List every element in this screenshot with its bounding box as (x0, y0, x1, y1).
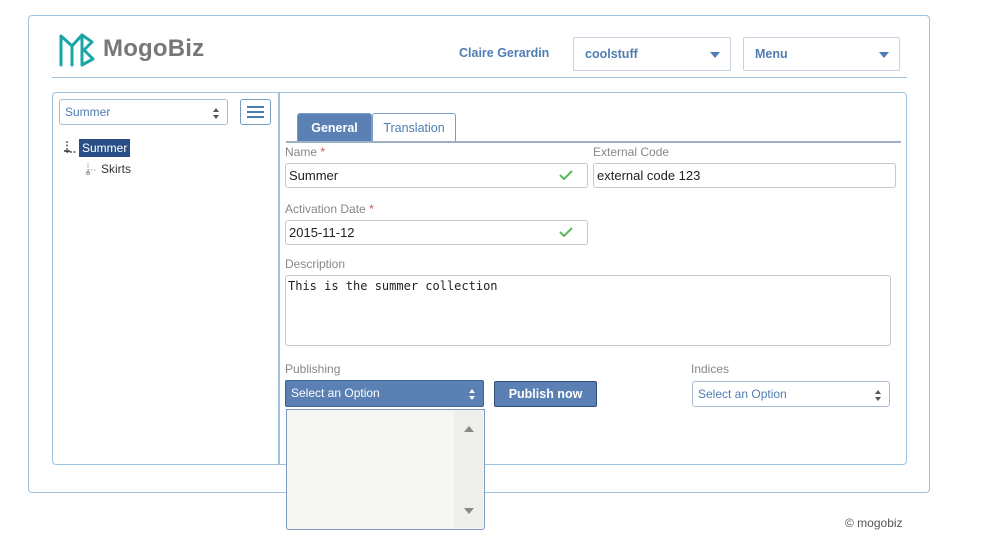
publishing-select[interactable]: Select an Option (285, 380, 484, 407)
tree-node-skirts[interactable]: Skirts (101, 162, 131, 176)
hamburger-line (247, 111, 264, 113)
menu-select-value: Menu (755, 47, 788, 61)
required-mark: * (320, 145, 326, 159)
tree-leaf-icon (85, 163, 97, 176)
header-divider (52, 77, 907, 78)
select-arrows-icon (469, 389, 476, 400)
external-code-value: external code 123 (597, 168, 701, 183)
menu-select[interactable]: Menu (743, 37, 900, 71)
external-code-input[interactable]: external code 123 (593, 163, 896, 188)
indices-select-value: Select an Option (698, 387, 787, 401)
description-textarea[interactable]: This is the summer collection (285, 275, 891, 346)
app-logo[interactable]: MogoBiz (58, 30, 204, 68)
publish-now-button[interactable]: Publish now (494, 381, 597, 407)
dropdown-scrollbar[interactable] (454, 411, 483, 528)
select-arrows-icon (875, 390, 882, 401)
catalog-select-value: Summer (65, 105, 111, 119)
select-arrows-icon (213, 108, 220, 119)
required-mark: * (369, 202, 374, 216)
check-icon (559, 170, 573, 180)
publishing-dropdown-list[interactable] (286, 409, 485, 530)
hamburger-line (247, 106, 264, 108)
tree-root-icon[interactable] (63, 140, 77, 154)
panel-divider (278, 92, 280, 465)
caret-down-icon (879, 52, 889, 58)
tree-node-summer[interactable]: Summer (79, 139, 131, 157)
store-select[interactable]: coolstuff (573, 37, 731, 71)
scroll-down-icon[interactable] (464, 508, 474, 514)
name-input[interactable]: Summer (285, 163, 588, 188)
publishing-label: Publishing (285, 362, 341, 376)
tab-translation[interactable]: Translation (372, 113, 456, 142)
description-label: Description (285, 257, 346, 271)
store-select-value: coolstuff (585, 47, 638, 61)
mogobiz-logo-icon (59, 33, 95, 67)
name-input-value: Summer (289, 168, 339, 183)
activation-date-value: 2015-11-12 (289, 225, 355, 240)
catalog-select[interactable]: Summer (59, 99, 228, 125)
sidebar-menu-button[interactable] (240, 99, 271, 125)
activation-date-label: Activation Date * (285, 202, 374, 216)
check-icon (559, 227, 573, 237)
name-label: Name * (285, 145, 326, 159)
description-value: This is the summer collection (288, 279, 498, 293)
tab-underline (286, 141, 901, 143)
tab-general[interactable]: General (297, 113, 372, 142)
indices-label: Indices (691, 362, 730, 376)
hamburger-line (247, 116, 264, 118)
indices-select[interactable]: Select an Option (692, 381, 890, 407)
external-code-label: External Code (593, 145, 670, 159)
footer-copyright: © mogobiz (845, 516, 903, 530)
app-name: MogoBiz (103, 35, 205, 62)
caret-down-icon (710, 52, 720, 58)
activation-date-input[interactable]: 2015-11-12 (285, 220, 588, 245)
user-name[interactable]: Claire Gerardin (459, 46, 549, 60)
publishing-select-value: Select an Option (291, 386, 380, 400)
scroll-up-icon[interactable] (464, 426, 474, 432)
